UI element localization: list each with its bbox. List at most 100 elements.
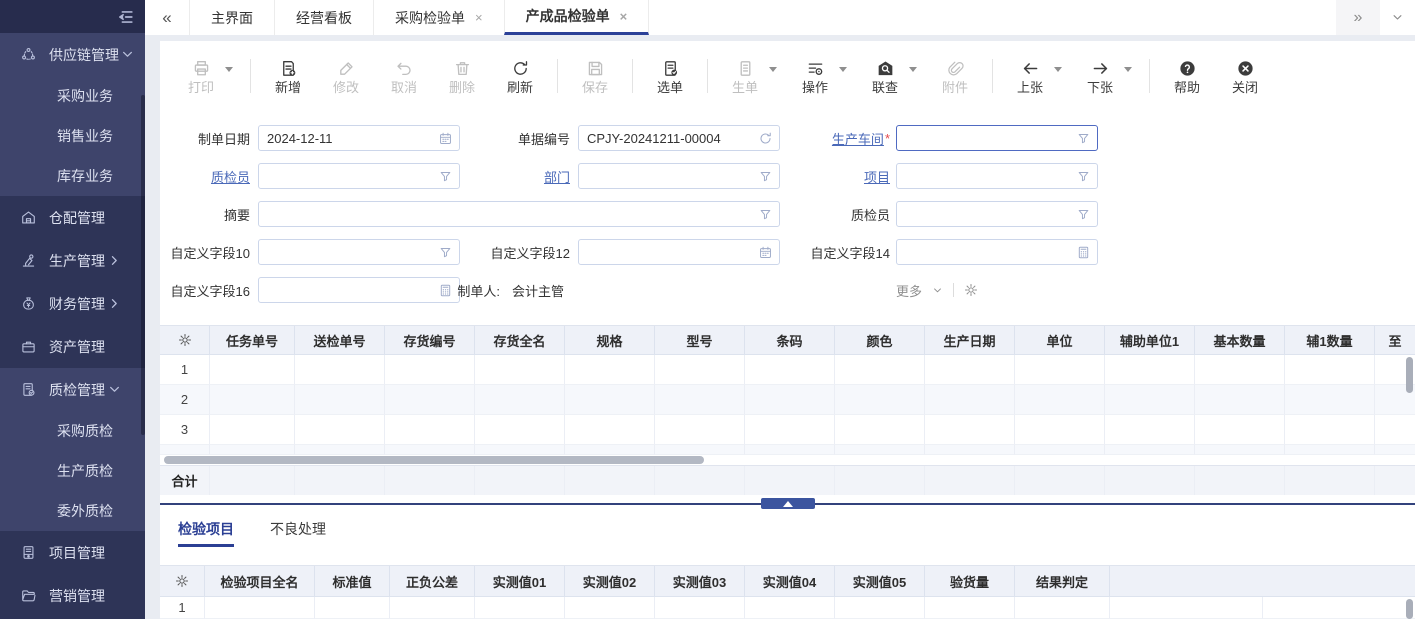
table-cell[interactable] [205, 597, 315, 619]
table-cell[interactable] [390, 597, 475, 619]
sidebar-scrollbar[interactable] [141, 95, 145, 435]
tab-item[interactable]: 采购检验单× [373, 0, 504, 35]
sidebar-subitem[interactable]: 生产质检 [0, 451, 145, 491]
table-cell[interactable] [1015, 355, 1105, 385]
dropdown-caret-icon[interactable] [769, 67, 777, 72]
table-cell[interactable] [315, 597, 390, 619]
table-cell[interactable] [745, 385, 835, 415]
field-input[interactable] [578, 239, 780, 265]
toolbar-button[interactable]: 修改 [327, 59, 365, 94]
column-header[interactable]: 至 [1375, 326, 1415, 354]
dropdown-caret-icon[interactable] [225, 67, 233, 72]
filter-icon[interactable] [758, 207, 773, 222]
table-cell[interactable] [835, 355, 925, 385]
table-cell[interactable] [655, 597, 745, 619]
toolbar-button[interactable]: 选单 [651, 59, 689, 94]
field-input[interactable] [258, 163, 460, 189]
calendar-icon[interactable] [758, 245, 773, 260]
table-cell[interactable] [1195, 445, 1285, 455]
table-cell[interactable] [210, 445, 295, 455]
table-cell[interactable] [1195, 415, 1285, 445]
tab-close-icon[interactable]: × [620, 9, 628, 24]
collapse-sidebar-icon[interactable] [114, 6, 136, 28]
table-cell[interactable] [745, 597, 835, 619]
column-header[interactable]: 送检单号 [295, 326, 385, 354]
gear-icon[interactable] [177, 332, 193, 348]
table-cell[interactable] [475, 385, 565, 415]
tab-active[interactable]: 产成品检验单× [504, 0, 650, 35]
column-header[interactable]: 实测值05 [835, 566, 925, 596]
sidebar-item[interactable]: 项目管理 [0, 531, 145, 574]
table-cell[interactable] [1375, 415, 1415, 445]
column-header[interactable]: 存货编号 [385, 326, 475, 354]
gear-icon[interactable] [174, 573, 190, 589]
table-cell[interactable] [655, 415, 745, 445]
field-label[interactable]: 项目 [780, 163, 890, 189]
toolbar-button[interactable]: 删除 [443, 59, 481, 94]
field-input[interactable] [896, 239, 1098, 265]
table-cell[interactable] [295, 385, 385, 415]
table-cell[interactable] [295, 355, 385, 385]
calculator-icon[interactable] [1076, 245, 1091, 260]
dropdown-caret-icon[interactable] [909, 67, 917, 72]
table-cell[interactable] [1105, 445, 1195, 455]
form-settings-gear-icon[interactable] [963, 282, 979, 298]
field-input[interactable] [578, 163, 780, 189]
filter-icon[interactable] [1076, 131, 1091, 146]
table-cell[interactable] [475, 355, 565, 385]
table-cell[interactable] [565, 415, 655, 445]
table-cell[interactable] [745, 355, 835, 385]
sidebar-item[interactable]: 生产管理 [0, 239, 145, 282]
table-cell[interactable] [1110, 597, 1262, 619]
table-cell[interactable] [565, 445, 655, 455]
detail-tab[interactable]: 检验项目 [178, 513, 234, 547]
column-header[interactable]: 实测值04 [745, 566, 835, 596]
filter-icon[interactable] [1076, 169, 1091, 184]
table-row[interactable]: 2 [160, 385, 1415, 415]
toolbar-button[interactable]: 刷新 [501, 59, 539, 94]
tabs-scroll-left-button[interactable]: « [145, 0, 189, 35]
sidebar-item[interactable]: 营销管理 [0, 574, 145, 617]
calendar-icon[interactable] [438, 131, 453, 146]
column-header[interactable]: 单位 [1015, 326, 1105, 354]
filter-icon[interactable] [438, 169, 453, 184]
table-cell[interactable] [1285, 445, 1375, 455]
tabs-dropdown-icon[interactable] [1390, 10, 1405, 25]
sidebar-item[interactable]: 质检管理 [0, 368, 145, 411]
field-label[interactable]: 生产车间* [780, 125, 890, 151]
toolbar-button[interactable]: 新增 [269, 59, 307, 94]
toolbar-button[interactable]: 取消 [385, 59, 423, 94]
table-cell[interactable] [385, 385, 475, 415]
field-input[interactable]: CPJY-20241211-00004 [578, 125, 780, 151]
table-cell[interactable] [385, 445, 475, 455]
column-header[interactable]: 生产日期 [925, 326, 1015, 354]
filter-icon[interactable] [758, 169, 773, 184]
table-cell[interactable] [925, 385, 1015, 415]
table-cell[interactable] [475, 445, 565, 455]
table-cell[interactable] [745, 445, 835, 455]
field-input[interactable]: 2024-12-11 [258, 125, 460, 151]
table-cell[interactable] [210, 415, 295, 445]
table-cell[interactable] [385, 415, 475, 445]
table-cell[interactable] [1285, 415, 1375, 445]
table-cell[interactable] [925, 415, 1015, 445]
table-cell[interactable] [835, 445, 925, 455]
tab-item[interactable]: 主界面 [189, 0, 274, 35]
table-cell[interactable] [565, 355, 655, 385]
table-cell[interactable] [1105, 355, 1195, 385]
column-header[interactable]: 型号 [655, 326, 745, 354]
sidebar-subitem[interactable]: 委外质检 [0, 491, 145, 531]
column-header[interactable]: 基本数量 [1195, 326, 1285, 354]
refresh-icon[interactable] [758, 131, 773, 146]
horizontal-scrollbar-thumb[interactable] [164, 456, 704, 464]
table-cell[interactable] [835, 385, 925, 415]
column-header[interactable]: 正负公差 [390, 566, 475, 596]
sidebar-subitem[interactable]: 采购业务 [0, 76, 145, 116]
sidebar-item[interactable]: 供应链管理 [0, 33, 145, 76]
toolbar-button[interactable]: 下张 [1081, 59, 1119, 94]
sidebar-item[interactable]: 资产管理 [0, 325, 145, 368]
table-cell[interactable] [655, 385, 745, 415]
table-cell[interactable] [1195, 355, 1285, 385]
table-row[interactable]: 1 [160, 355, 1415, 385]
column-header[interactable]: 存货全名 [475, 326, 565, 354]
